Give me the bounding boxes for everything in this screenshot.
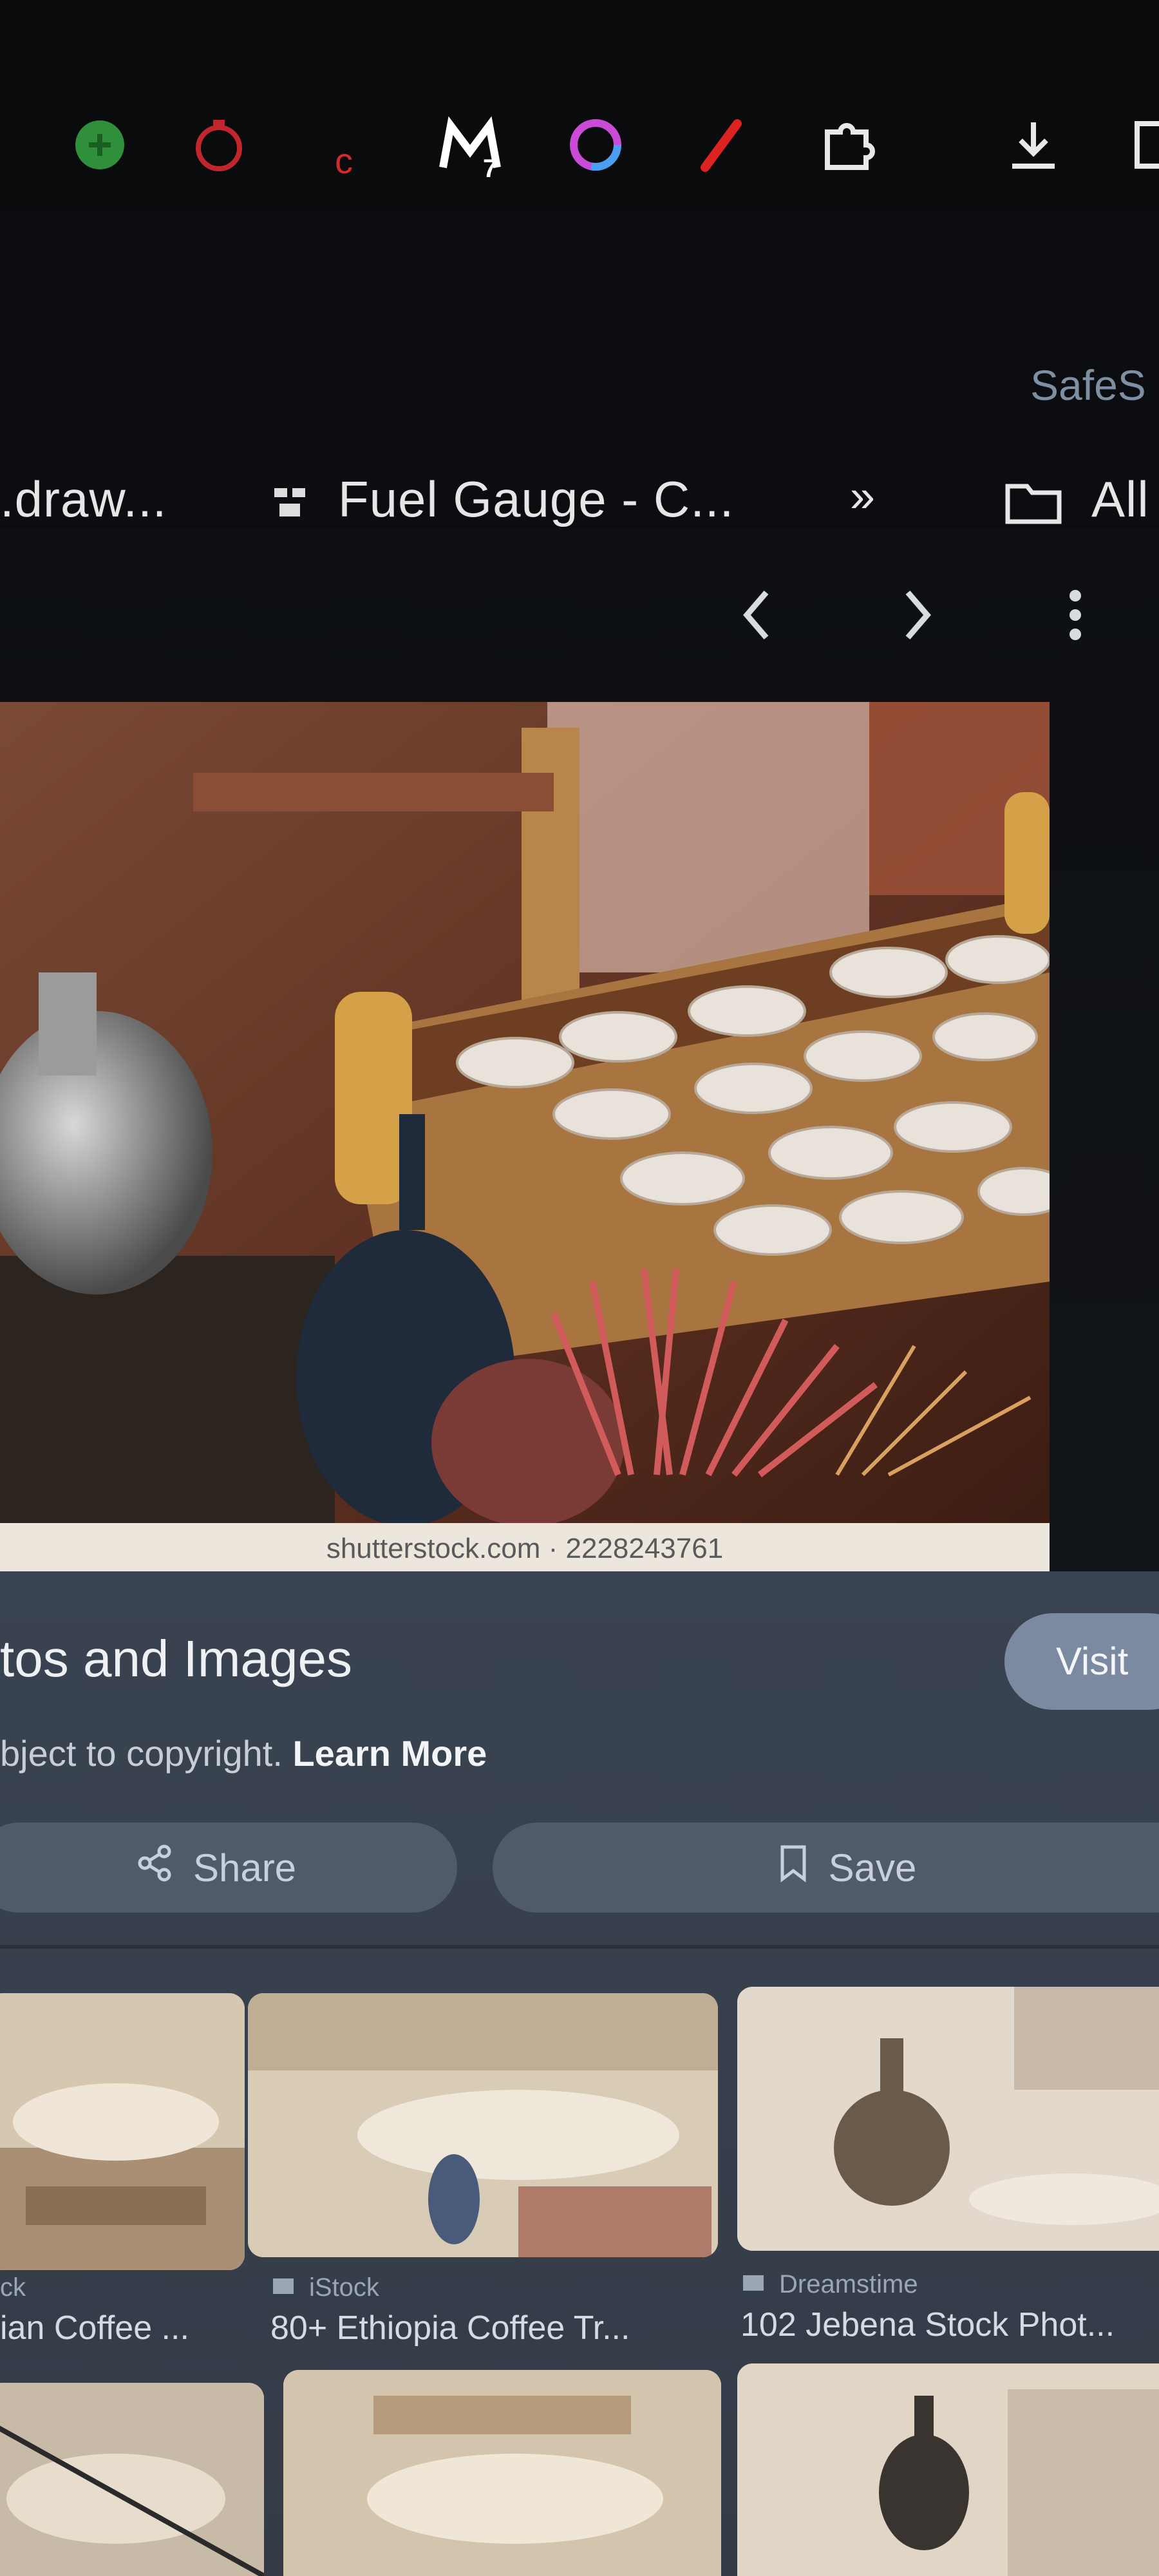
- related-image-thumb[interactable]: [737, 1987, 1159, 2251]
- color-ring-icon[interactable]: [567, 116, 625, 184]
- related-caption[interactable]: ian Coffee ...: [0, 2309, 189, 2347]
- related-image-thumb[interactable]: [0, 1993, 245, 2270]
- bookmarks-bar: .draw... Fuel Gauge - C... » All: [0, 232, 1159, 527]
- all-bookmarks-button[interactable]: All: [1091, 470, 1149, 529]
- image-source-title[interactable]: tos and Images: [0, 1629, 352, 1689]
- download-icon[interactable]: [1004, 116, 1062, 184]
- related-image-thumb[interactable]: [737, 2363, 1159, 2576]
- related-source: iStock: [309, 2273, 379, 2302]
- learn-more-link[interactable]: Learn More: [292, 1733, 487, 1774]
- panel-divider: [0, 1945, 1159, 1949]
- main-preview-image[interactable]: [0, 702, 1050, 1539]
- extension-badge: 7: [483, 155, 498, 183]
- window-icon[interactable]: [1133, 116, 1159, 184]
- bookmark-icon: [777, 1844, 809, 1891]
- folder-icon: [1004, 480, 1062, 528]
- visit-button[interactable]: Visit: [1004, 1613, 1159, 1710]
- letter-c-icon[interactable]: c: [335, 132, 353, 190]
- puzzle-icon[interactable]: [818, 116, 876, 184]
- related-caption[interactable]: 80+ Ethiopia Coffee Tr...: [270, 2309, 630, 2347]
- more-vertical-icon[interactable]: [1056, 580, 1095, 667]
- chevron-left-icon[interactable]: [731, 580, 782, 667]
- copyright-notice: bject to copyright. Learn More: [0, 1733, 487, 1774]
- share-icon: [135, 1844, 174, 1891]
- related-image-thumb[interactable]: [248, 1993, 718, 2257]
- related-image-thumb[interactable]: [283, 2370, 721, 2576]
- safe-search-label[interactable]: SafeS: [1030, 361, 1146, 410]
- grid-bookmark-icon: [270, 484, 309, 526]
- browser-toolbar: c 7: [0, 0, 1159, 213]
- related-image-thumb[interactable]: [0, 2383, 264, 2576]
- related-source: ck: [0, 2273, 26, 2302]
- timer-icon[interactable]: [190, 116, 248, 184]
- bookmarks-overflow-button[interactable]: »: [850, 470, 876, 522]
- circle-plus-icon[interactable]: [71, 116, 129, 184]
- bookmark-item-draw[interactable]: .draw...: [0, 470, 167, 529]
- related-source: Dreamstime: [779, 2270, 918, 2298]
- image-watermark: shutterstock.com · 2228243761: [0, 1523, 1050, 1575]
- pen-icon[interactable]: [692, 116, 750, 184]
- save-button[interactable]: Save: [493, 1823, 1159, 1913]
- share-button[interactable]: Share: [0, 1823, 457, 1913]
- related-caption[interactable]: 102 Jebena Stock Phot...: [740, 2306, 1115, 2344]
- bookmark-item-fuel-gauge[interactable]: Fuel Gauge - C...: [338, 470, 734, 529]
- chevron-right-icon[interactable]: [892, 580, 943, 667]
- source-favicon-icon: [270, 2273, 296, 2302]
- source-favicon-icon: [740, 2270, 766, 2299]
